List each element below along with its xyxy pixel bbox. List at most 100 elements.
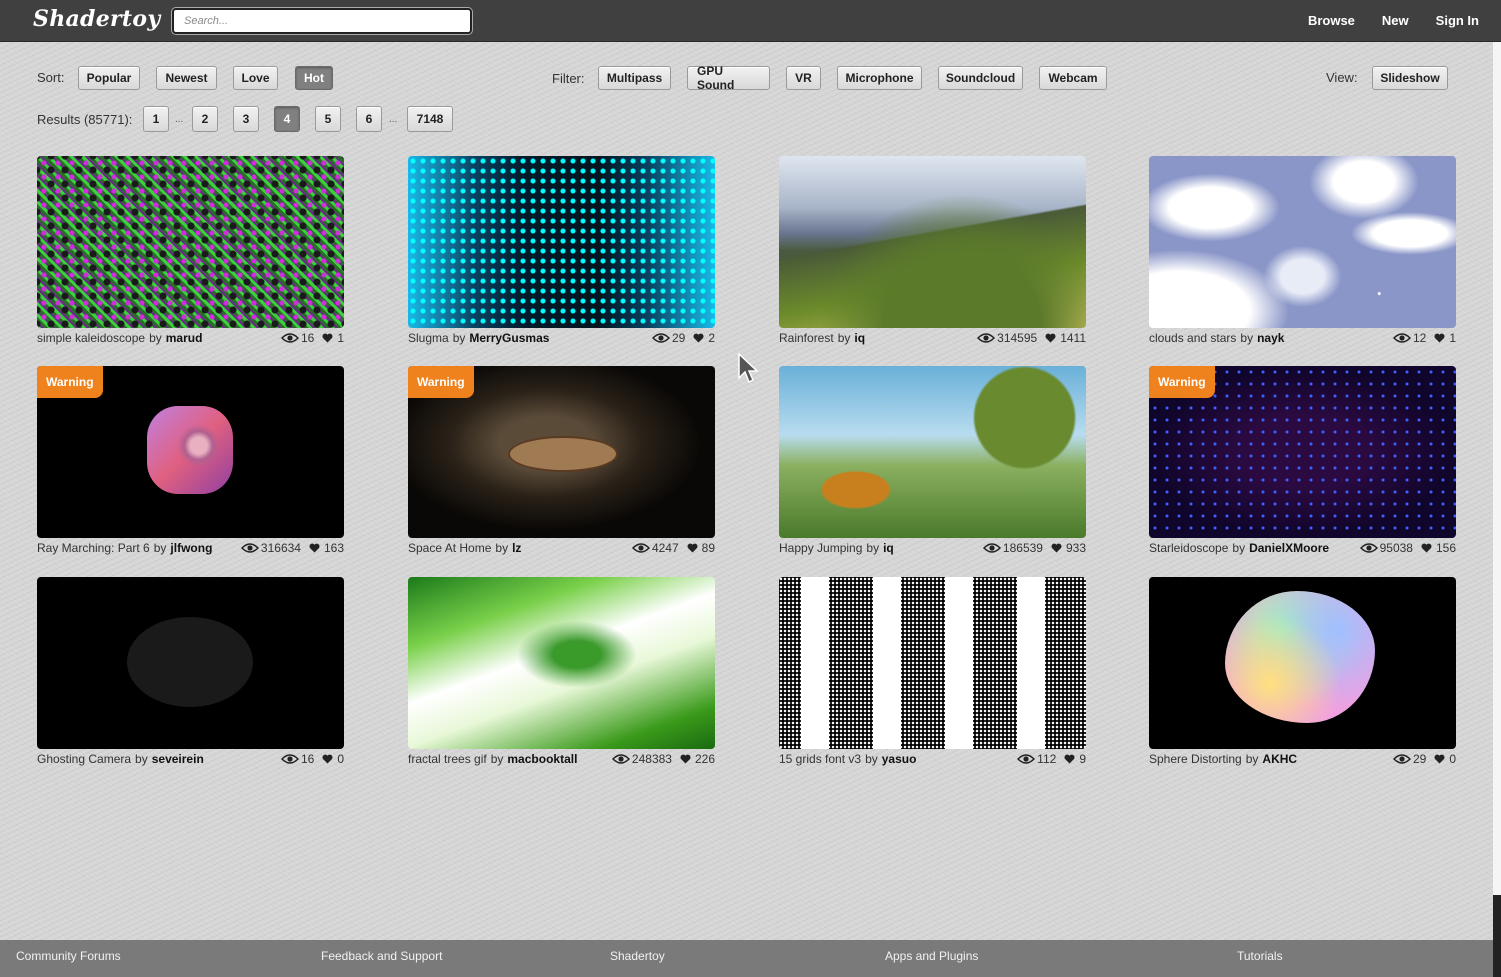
shader-author[interactable]: marud — [166, 331, 203, 345]
shader-author[interactable]: AKHC — [1262, 752, 1297, 766]
shader-card[interactable]: Warning Starleidoscope by DanielXMoore 95038… — [1149, 366, 1456, 558]
shader-info: Space At Home by lz — [408, 541, 521, 555]
shader-thumbnail[interactable] — [37, 577, 344, 749]
view-count: 316634 — [260, 541, 301, 555]
sort-popular-button[interactable]: Popular — [78, 66, 140, 90]
shader-author[interactable]: jlfwong — [170, 541, 212, 555]
heart-icon — [1434, 333, 1445, 343]
shader-author[interactable]: seveirein — [152, 752, 204, 766]
shader-title[interactable]: Space At Home — [408, 541, 491, 555]
page-2-button[interactable]: 2 — [192, 106, 218, 132]
shader-thumbnail[interactable] — [37, 156, 344, 328]
like-count: 933 — [1065, 541, 1086, 555]
page-1-button[interactable]: 1 — [143, 106, 169, 132]
search-input[interactable] — [172, 8, 472, 34]
shader-card[interactable]: simple kaleidoscope by marud 16 1 — [37, 156, 344, 348]
shader-author[interactable]: MerryGusmas — [469, 331, 549, 345]
shader-thumbnail[interactable] — [779, 156, 1086, 328]
view-slideshow-button[interactable]: Slideshow — [1372, 66, 1448, 90]
shader-author[interactable]: DanielXMoore — [1249, 541, 1329, 555]
filter-multipass-button[interactable]: Multipass — [598, 66, 671, 90]
shader-card[interactable]: Slugma by MerryGusmas 29 2 — [408, 156, 715, 348]
filter-webcam-button[interactable]: Webcam — [1039, 66, 1107, 90]
shader-meta: Starleidoscope by DanielXMoore 95038 156 — [1149, 540, 1456, 558]
page-3-button[interactable]: 3 — [233, 106, 259, 132]
page-7148-button[interactable]: 7148 — [407, 106, 453, 132]
shader-thumbnail[interactable] — [408, 577, 715, 749]
footer-feedback-link[interactable]: Feedback and Support — [321, 949, 442, 963]
shader-meta: Happy Jumping by iq 186539 933 — [779, 540, 1086, 558]
nav-new[interactable]: New — [1382, 13, 1409, 28]
shader-card[interactable]: Ghosting Camera by seveirein 16 0 — [37, 577, 344, 769]
shader-author[interactable]: iq — [883, 541, 894, 555]
shader-title[interactable]: Ghosting Camera — [37, 752, 131, 766]
shader-author[interactable]: macbooktall — [507, 752, 577, 766]
eye-icon — [280, 754, 299, 764]
shader-title[interactable]: Rainforest — [779, 331, 834, 345]
shadertoy-logo[interactable]: Shadertoy — [33, 6, 160, 32]
shader-card[interactable]: Warning Ray Marching: Part 6 by jlfwong 3166… — [37, 366, 344, 558]
shader-thumbnail[interactable] — [779, 366, 1086, 538]
like-count: 1411 — [1060, 331, 1086, 345]
shader-title[interactable]: Happy Jumping — [779, 541, 862, 555]
eye-icon — [1359, 543, 1378, 553]
shader-title[interactable]: 15 grids font v3 — [779, 752, 861, 766]
shader-card[interactable]: Warning Space At Home by lz 4247 89 — [408, 366, 715, 558]
eye-icon — [280, 333, 299, 343]
shader-card[interactable]: Sphere Distorting by AKHC 29 0 — [1149, 577, 1456, 769]
shader-card[interactable]: 15 grids font v3 by yasuo 112 9 — [779, 577, 1086, 769]
shader-thumbnail[interactable]: Warning — [1149, 366, 1456, 538]
shader-thumbnail[interactable] — [1149, 156, 1456, 328]
sort-newest-button[interactable]: Newest — [156, 66, 217, 90]
page-4-button[interactable]: 4 — [274, 106, 300, 132]
shader-author[interactable]: yasuo — [882, 752, 917, 766]
shader-card[interactable]: clouds and stars by nayk 12 1 — [1149, 156, 1456, 348]
scrollbar-track[interactable] — [1493, 42, 1501, 977]
filter-microphone-button[interactable]: Microphone — [837, 66, 922, 90]
page-5-button[interactable]: 5 — [315, 106, 341, 132]
shader-stats: 95038 156 — [1359, 541, 1456, 555]
shader-card[interactable]: Happy Jumping by iq 186539 933 — [779, 366, 1086, 558]
nav-sign-in[interactable]: Sign In — [1436, 13, 1479, 28]
shader-meta: Ray Marching: Part 6 by jlfwong 316634 163 — [37, 540, 344, 558]
shader-author[interactable]: nayk — [1257, 331, 1284, 345]
shader-title[interactable]: Sphere Distorting — [1149, 752, 1242, 766]
page-6-button[interactable]: 6 — [356, 106, 382, 132]
shader-thumbnail[interactable] — [1149, 577, 1456, 749]
by-label: by — [149, 331, 162, 345]
like-count: 2 — [708, 331, 715, 345]
shader-thumbnail[interactable] — [779, 577, 1086, 749]
filter-vr-button[interactable]: VR — [786, 66, 821, 90]
nav-browse[interactable]: Browse — [1308, 13, 1355, 28]
likes: 156 — [1421, 541, 1456, 555]
footer-shadertoy-link[interactable]: Shadertoy — [610, 949, 665, 963]
heart-icon — [309, 543, 320, 553]
shader-title[interactable]: Ray Marching: Part 6 — [37, 541, 150, 555]
shader-title[interactable]: clouds and stars — [1149, 331, 1236, 345]
shader-stats: 4247 89 — [631, 541, 715, 555]
shader-author[interactable]: lz — [512, 541, 521, 555]
footer-community-forums-link[interactable]: Community Forums — [16, 949, 121, 963]
shader-card[interactable]: fractal trees gif by macbooktall 248383 226 — [408, 577, 715, 769]
view-count: 29 — [1412, 752, 1427, 766]
shader-info: Happy Jumping by iq — [779, 541, 894, 555]
sort-hot-button[interactable]: Hot — [295, 66, 333, 90]
shader-stats: 316634 163 — [240, 541, 344, 555]
shader-title[interactable]: Slugma — [408, 331, 449, 345]
shader-title[interactable]: simple kaleidoscope — [37, 331, 145, 345]
shader-author[interactable]: iq — [854, 331, 865, 345]
sort-label: Sort: — [37, 70, 65, 85]
shader-card[interactable]: Rainforest by iq 314595 1411 — [779, 156, 1086, 348]
footer-tutorials-link[interactable]: Tutorials — [1237, 949, 1283, 963]
filter-gpu-sound-button[interactable]: GPU Sound — [687, 64, 770, 92]
filter-soundcloud-button[interactable]: Soundcloud — [938, 66, 1023, 90]
shader-thumbnail[interactable]: Warning — [408, 366, 715, 538]
shader-title[interactable]: fractal trees gif — [408, 752, 487, 766]
sort-love-button[interactable]: Love — [233, 66, 278, 90]
shader-title[interactable]: Starleidoscope — [1149, 541, 1228, 555]
footer-apps-plugins-link[interactable]: Apps and Plugins — [885, 949, 978, 963]
shader-thumbnail[interactable]: Warning — [37, 366, 344, 538]
shader-thumbnail[interactable] — [408, 156, 715, 328]
scrollbar-thumb[interactable] — [1493, 895, 1501, 977]
page-ellipsis: ... — [389, 114, 398, 125]
